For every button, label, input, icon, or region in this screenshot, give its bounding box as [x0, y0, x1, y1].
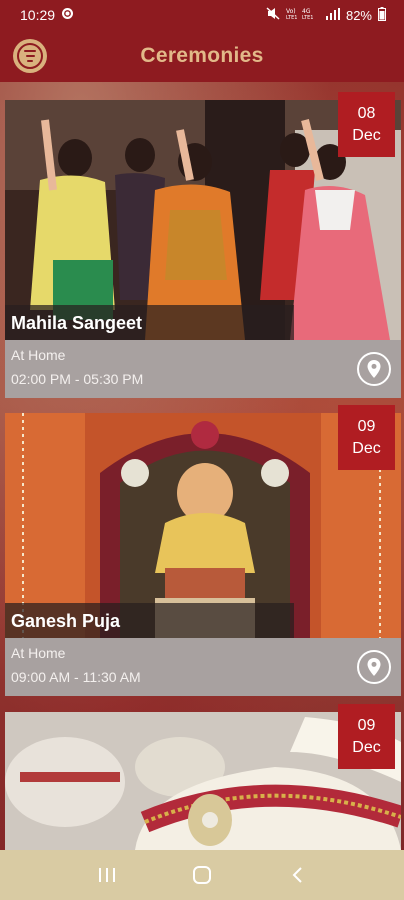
- ceremony-location: At Home: [11, 347, 66, 363]
- ceremony-name: Mahila Sangeet: [5, 305, 294, 340]
- date-month: Dec: [352, 126, 381, 144]
- date-month: Dec: [352, 439, 381, 457]
- date-day: 09: [357, 417, 376, 435]
- svg-text:LTE1: LTE1: [302, 15, 314, 20]
- ceremony-card[interactable]: 08 Dec Mahila Sangeet At Home 02:00 PM -…: [5, 92, 401, 400]
- home-button[interactable]: [187, 860, 217, 890]
- recents-icon: [99, 868, 116, 882]
- date-badge: 09 Dec: [338, 704, 395, 769]
- svg-text:4G: 4G: [302, 8, 311, 15]
- system-nav-bar: [0, 850, 404, 900]
- ceremony-name: Ganesh Puja: [5, 603, 294, 638]
- network-type-indicator: Vo) LTE1 4G LTE1: [286, 7, 320, 23]
- app-header: Ceremonies: [0, 30, 404, 82]
- date-day: 08: [357, 104, 376, 122]
- svg-text:Vo): Vo): [286, 8, 296, 15]
- ceremony-time: 09:00 AM - 11:30 AM: [11, 669, 141, 685]
- page-title: Ceremonies: [140, 44, 264, 67]
- date-badge: 08 Dec: [338, 92, 395, 157]
- location-pin-icon: [367, 658, 381, 676]
- ceremony-time: 02:00 PM - 05:30 PM: [11, 371, 144, 387]
- filter-menu-icon: [17, 43, 43, 69]
- ceremony-card[interactable]: 09 Dec: [5, 704, 401, 850]
- battery-percent: 82%: [345, 7, 372, 23]
- ceremony-info-panel: At Home 09:00 AM - 11:30 AM: [5, 638, 401, 696]
- ceremony-location: At Home: [11, 645, 66, 661]
- back-icon: [292, 867, 302, 883]
- back-button[interactable]: [282, 860, 312, 890]
- location-pin-button[interactable]: [357, 352, 391, 386]
- recents-button[interactable]: [92, 860, 122, 890]
- battery-icon: [378, 6, 386, 24]
- whatsapp-icon: [61, 7, 74, 23]
- location-pin-button[interactable]: [357, 650, 391, 684]
- signal-icon: [325, 7, 340, 23]
- ceremony-info-panel: At Home 02:00 PM - 05:30 PM: [5, 340, 401, 398]
- date-month: Dec: [352, 738, 381, 756]
- filter-menu-button[interactable]: [13, 39, 47, 73]
- status-bar: 10:29 Vo) LTE1 4G LTE1 82%: [0, 0, 404, 30]
- date-badge: 09 Dec: [338, 405, 395, 470]
- mute-icon: [266, 7, 280, 23]
- location-pin-icon: [367, 360, 381, 378]
- home-icon: [192, 866, 211, 884]
- status-time: 10:29: [20, 7, 56, 23]
- ceremony-card[interactable]: 09 Dec Ganesh Puja At Home 09:00 AM - 11…: [5, 405, 401, 696]
- date-day: 09: [357, 716, 376, 734]
- svg-text:LTE1: LTE1: [286, 15, 298, 20]
